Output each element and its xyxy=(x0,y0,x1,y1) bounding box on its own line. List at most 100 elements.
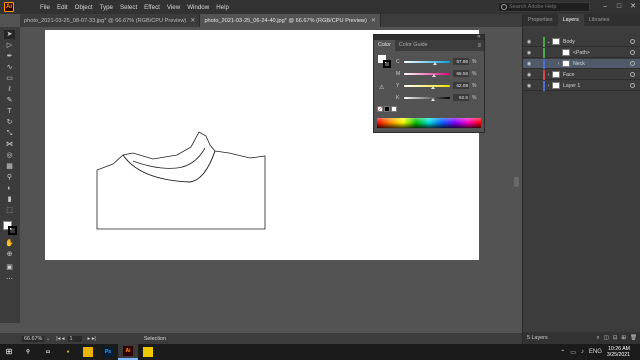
artboard-next-nav[interactable]: ▸ ▸| xyxy=(88,336,96,342)
tab-color-guide[interactable]: Color Guide xyxy=(395,40,432,51)
artboard-tool-icon[interactable]: ⬚ xyxy=(4,206,15,215)
expand-chevron-icon[interactable]: › xyxy=(545,72,552,78)
artboard-number[interactable]: 1 xyxy=(67,335,82,342)
channel-slider[interactable] xyxy=(404,72,450,77)
target-circle-icon[interactable] xyxy=(630,61,635,66)
hand-tool-icon[interactable]: ✋ xyxy=(4,239,15,248)
zoom-tool-icon[interactable]: ⊕ xyxy=(4,250,15,259)
chevron-down-icon[interactable]: ⌄ xyxy=(46,336,50,342)
out-of-gamut-icon[interactable]: ⚠ xyxy=(379,84,384,91)
layer-row-path[interactable]: ◉ <Path> xyxy=(523,47,640,58)
help-search[interactable] xyxy=(498,2,590,12)
expand-chevron-icon[interactable]: › xyxy=(545,83,552,89)
rectangle-tool-icon[interactable]: ▭ xyxy=(4,74,15,83)
target-circle-icon[interactable] xyxy=(630,50,635,55)
slider-knob[interactable] xyxy=(433,61,438,65)
rotate-tool-icon[interactable]: ↻ xyxy=(4,118,15,127)
stroke-swatch[interactable] xyxy=(383,60,391,68)
channel-value-input[interactable]: 62.6 xyxy=(453,94,469,101)
black-swatch[interactable] xyxy=(384,106,390,112)
expand-chevron-icon[interactable]: › xyxy=(555,61,562,67)
pencil-tool-icon[interactable]: ✎ xyxy=(4,96,15,105)
close-tab-icon[interactable]: ✕ xyxy=(371,17,376,24)
network-icon[interactable]: ▭ xyxy=(570,349,576,356)
taskbar-task-view[interactable]: ▭ xyxy=(38,344,58,360)
taskbar-sticky[interactable]: ■ xyxy=(138,344,158,360)
width-tool-icon[interactable]: ⋈ xyxy=(4,140,15,149)
layer-row-neck[interactable]: ◉ › Neck xyxy=(523,58,640,69)
artboard-prev-nav[interactable]: |◂ ◂ xyxy=(56,336,64,342)
visibility-eye-icon[interactable]: ◉ xyxy=(525,39,533,45)
tab-layers[interactable]: Layers xyxy=(557,14,584,26)
channel-slider[interactable] xyxy=(404,60,450,65)
taskbar-chrome[interactable]: ● xyxy=(58,344,78,360)
close-icon[interactable]: ✕ xyxy=(477,34,481,40)
layer-row-layer-1[interactable]: ◉ › Layer 1 xyxy=(523,80,640,91)
maximize-button[interactable]: □ xyxy=(612,0,626,14)
paintbrush-tool-icon[interactable]: ℓ xyxy=(4,85,15,94)
channel-slider[interactable] xyxy=(404,96,450,101)
selection-tool-icon[interactable]: ➤ xyxy=(4,30,15,39)
slider-knob[interactable] xyxy=(432,73,437,77)
channel-value-input[interactable]: 62.08 xyxy=(453,82,469,89)
eyedropper-tool-icon[interactable]: ⚲ xyxy=(4,173,15,182)
channel-value-input[interactable]: 65.56 xyxy=(453,70,469,77)
make-clipping-mask-icon[interactable]: ◫ xyxy=(604,335,609,342)
language-indicator[interactable]: ENG xyxy=(589,349,602,355)
stroke-swatch[interactable] xyxy=(8,226,17,235)
visibility-eye-icon[interactable]: ◉ xyxy=(525,50,533,56)
blend-tool-icon[interactable]: ◐ xyxy=(4,184,15,193)
menu-item-file[interactable]: File xyxy=(40,4,50,11)
panel-menu-icon[interactable]: ≡ xyxy=(477,43,481,49)
taskbar-search[interactable]: ⚲ xyxy=(18,344,38,360)
menu-item-type[interactable]: Type xyxy=(100,4,113,11)
menu-item-window[interactable]: Window xyxy=(187,4,209,11)
channel-value-input[interactable]: 67.96 xyxy=(453,58,469,65)
scale-tool-icon[interactable]: ⤡ xyxy=(4,129,15,138)
scroll-thumb[interactable] xyxy=(514,177,519,187)
fill-stroke-swatches[interactable] xyxy=(3,221,17,235)
column-graph-tool-icon[interactable]: ▮ xyxy=(4,195,15,204)
menu-item-edit[interactable]: Edit xyxy=(57,4,68,11)
menu-item-select[interactable]: Select xyxy=(120,4,137,11)
direct-selection-tool-icon[interactable]: ▷ xyxy=(4,41,15,50)
channel-slider[interactable] xyxy=(404,84,450,89)
curvature-tool-icon[interactable]: ∿ xyxy=(4,63,15,72)
visibility-eye-icon[interactable]: ◉ xyxy=(525,61,533,67)
vertical-scrollbar[interactable] xyxy=(512,27,522,323)
tab-properties[interactable]: Properties xyxy=(523,14,558,26)
new-sublayer-icon[interactable]: ⊡ xyxy=(613,335,618,342)
new-layer-icon[interactable]: ⊞ xyxy=(621,335,626,342)
type-tool-icon[interactable]: T xyxy=(4,107,15,116)
zoom-level[interactable]: 66.67% xyxy=(22,335,44,342)
delete-layer-icon[interactable]: 🗑 xyxy=(630,335,637,342)
white-swatch[interactable] xyxy=(391,106,397,112)
target-circle-icon[interactable] xyxy=(630,72,635,77)
screen-mode-icon[interactable]: ▣ xyxy=(4,263,15,272)
layer-row-face[interactable]: ◉ › Face xyxy=(523,69,640,80)
visibility-eye-icon[interactable]: ◉ xyxy=(525,83,533,89)
taskbar-illustrator[interactable]: Ai xyxy=(118,344,138,360)
menu-item-effect[interactable]: Effect xyxy=(144,4,160,11)
start-button[interactable]: ⊞ xyxy=(0,344,18,360)
perspective-tool-icon[interactable]: ▦ xyxy=(4,162,15,171)
menu-item-help[interactable]: Help xyxy=(216,4,229,11)
locate-object-icon[interactable]: ⌕ xyxy=(597,335,600,342)
menu-item-view[interactable]: View xyxy=(167,4,180,11)
close-tab-icon[interactable]: ✕ xyxy=(190,17,195,24)
clock[interactable]: 10:26 AM 3/25/2021 xyxy=(607,346,630,359)
tab-libraries[interactable]: Libraries xyxy=(584,14,615,26)
tray-overflow-icon[interactable]: ⌃ xyxy=(560,349,565,356)
close-window-button[interactable]: ✕ xyxy=(626,0,640,14)
taskbar-photoshop[interactable]: Ps xyxy=(98,344,118,360)
tab-document-1[interactable]: photo_2021-03-25_08-07-33.jpg* @ 66.67% … xyxy=(20,14,201,27)
layer-row-body[interactable]: ◉ ⌄ Body xyxy=(523,36,640,47)
volume-icon[interactable]: ♪ xyxy=(581,349,584,355)
help-search-input[interactable] xyxy=(509,4,589,10)
target-circle-icon[interactable] xyxy=(630,39,635,44)
tab-document-2[interactable]: photo_2021-03-25_06-24-40.jpg* @ 66.67% … xyxy=(200,14,381,27)
color-fill-stroke[interactable] xyxy=(378,55,392,69)
color-spectrum[interactable] xyxy=(377,118,481,128)
expand-chevron-icon[interactable]: ⌄ xyxy=(545,39,552,45)
target-circle-icon[interactable] xyxy=(630,83,635,88)
